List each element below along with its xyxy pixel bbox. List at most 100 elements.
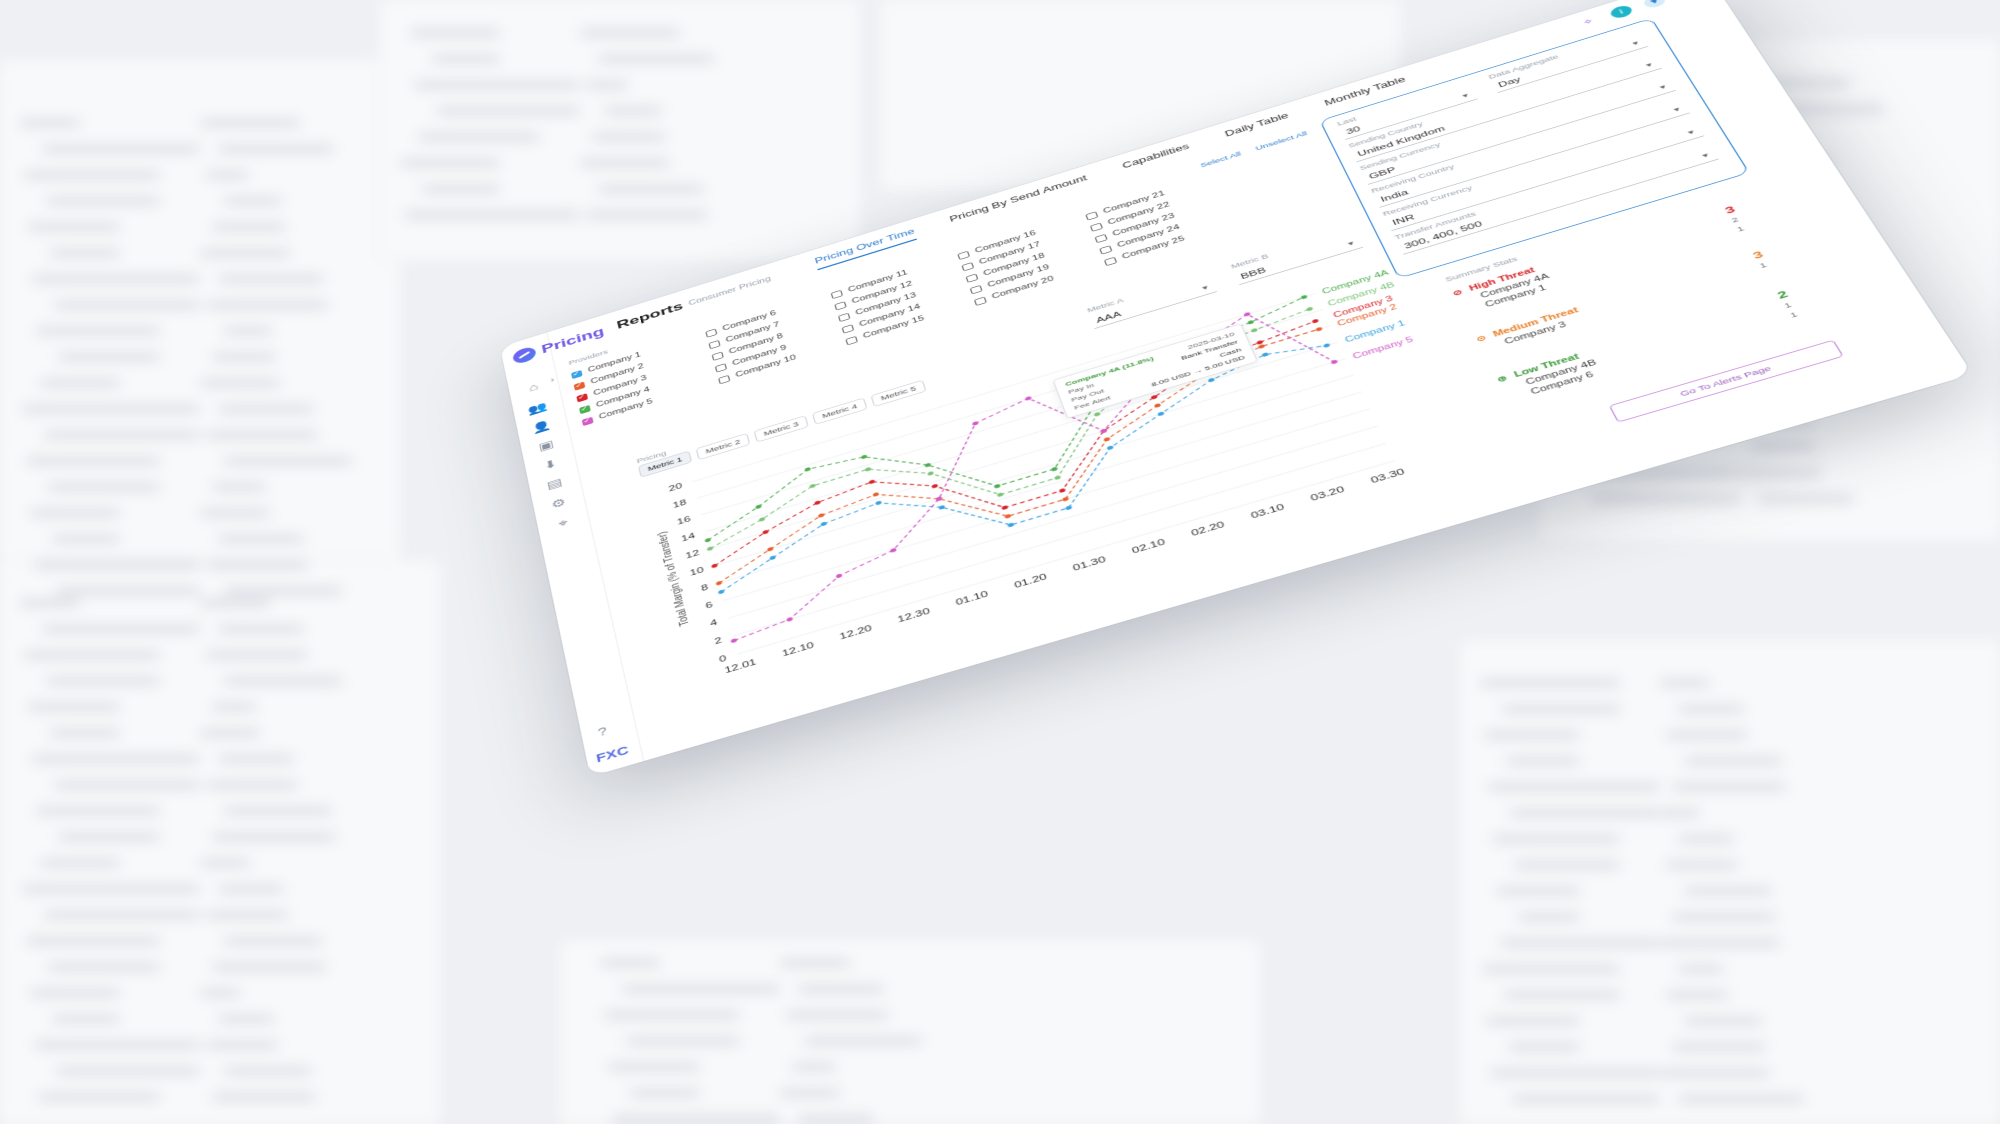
- data-point: [1305, 306, 1314, 312]
- home-icon[interactable]: ⌂: [522, 379, 545, 398]
- checkbox[interactable]: [1094, 233, 1108, 243]
- x-tick-label: 02.20: [1189, 519, 1225, 538]
- checkbox[interactable]: [961, 261, 975, 272]
- x-tick-label: 01.10: [954, 588, 989, 607]
- data-point: [993, 483, 1001, 489]
- chevron-down-icon: ▼: [1670, 105, 1684, 114]
- checkbox[interactable]: [576, 392, 589, 403]
- unselect-all-link[interactable]: Unselect All: [1254, 130, 1308, 152]
- checkbox[interactable]: [578, 404, 591, 414]
- data-point: [1061, 496, 1070, 502]
- data-point: [938, 504, 946, 511]
- metric-b-value: BBB: [1239, 266, 1268, 282]
- x-tick-label: 12.10: [781, 640, 815, 659]
- data-point: [1050, 466, 1059, 472]
- data-point: [1103, 436, 1111, 442]
- x-tick-label: 03.30: [1369, 466, 1406, 485]
- select-all-link[interactable]: Select All: [1199, 151, 1242, 169]
- checkbox[interactable]: [837, 312, 851, 322]
- checkbox[interactable]: [581, 416, 594, 426]
- warning-icon: ⊙: [1474, 333, 1489, 344]
- y-tick-label: 16: [676, 514, 691, 527]
- data-point: [1250, 327, 1259, 333]
- checkbox[interactable]: [1103, 256, 1118, 266]
- inbox-icon[interactable]: ▣: [535, 437, 559, 456]
- checkbox[interactable]: [718, 374, 731, 385]
- checkbox[interactable]: [1089, 222, 1103, 232]
- data-point: [875, 500, 882, 506]
- data-point: [1024, 395, 1032, 401]
- shield-alert-icon: ⊘: [1451, 287, 1465, 299]
- data-point: [1007, 522, 1015, 528]
- provider-column: Company 21 Company 22 Company 23 Company 24…: [1084, 188, 1187, 269]
- data-point: [1106, 445, 1114, 451]
- chevron-down-icon: ▼: [1629, 39, 1642, 48]
- checkbox[interactable]: [965, 273, 979, 283]
- users-icon[interactable]: 👥: [527, 399, 550, 418]
- notification-icon[interactable]: ✧: [1575, 14, 1601, 30]
- checkbox[interactable]: [705, 328, 718, 338]
- data-point: [996, 491, 1004, 498]
- help-icon[interactable]: ?: [597, 724, 608, 739]
- data-point: [786, 616, 794, 623]
- y-tick-label: 8: [700, 582, 709, 593]
- y-tick-label: 2: [713, 635, 722, 646]
- checkbox[interactable]: [969, 284, 983, 295]
- data-point: [1315, 326, 1323, 332]
- data-point: [927, 470, 935, 477]
- gridline: [714, 375, 1353, 566]
- checkbox[interactable]: [714, 362, 728, 373]
- data-point: [1257, 343, 1266, 350]
- add-user-icon[interactable]: 👤: [531, 418, 554, 437]
- data-aggregate-value: Day: [1496, 75, 1523, 90]
- location-pin-icon[interactable]: ⌖: [551, 514, 575, 534]
- metric-a-value: AAA: [1095, 310, 1123, 326]
- data-point: [1004, 513, 1012, 519]
- x-tick-label: 12.01: [724, 656, 758, 675]
- y-tick-label: 20: [668, 481, 683, 493]
- chevron-down-icon: ▼: [1699, 151, 1712, 160]
- data-point: [971, 420, 979, 426]
- data-point: [1300, 294, 1308, 300]
- chevron-down-icon: ▼: [1199, 283, 1211, 293]
- last-value: 30: [1345, 125, 1363, 137]
- checkbox[interactable]: [570, 369, 583, 379]
- chevron-down-icon: ▼: [1643, 61, 1656, 70]
- document-icon[interactable]: ▤: [543, 475, 567, 494]
- checkbox[interactable]: [957, 250, 970, 260]
- info-icon[interactable]: i: [1608, 3, 1635, 20]
- shield-check-icon: ⊕: [1495, 373, 1510, 385]
- data-point: [1311, 318, 1320, 324]
- checkbox[interactable]: [845, 335, 858, 346]
- checkbox[interactable]: [1085, 211, 1099, 221]
- data-point: [1001, 504, 1009, 511]
- data-point: [860, 454, 868, 460]
- chevron-down-icon: ▼: [1345, 239, 1357, 248]
- data-point: [820, 521, 828, 527]
- checkbox[interactable]: [834, 300, 847, 311]
- y-tick-label: 4: [709, 617, 718, 628]
- y-tick-label: 14: [680, 531, 696, 544]
- x-tick-label: 01.30: [1071, 554, 1107, 573]
- data-point: [872, 491, 880, 498]
- checkbox[interactable]: [573, 381, 586, 391]
- x-tick-label: 12.20: [838, 623, 872, 642]
- checkbox[interactable]: [830, 289, 843, 299]
- arrow-right-icon: →: [1192, 366, 1204, 376]
- x-tick-label: 03.10: [1249, 502, 1286, 521]
- download-icon[interactable]: ⬇: [539, 456, 563, 475]
- gear-icon[interactable]: ⚙: [547, 494, 571, 514]
- y-tick-label: 10: [689, 565, 705, 578]
- filter-icon[interactable]: ▼: [1641, 0, 1668, 10]
- checkbox[interactable]: [1099, 244, 1113, 255]
- sending-currency-value: GBP: [1367, 165, 1398, 181]
- y-tick-label: 18: [672, 497, 687, 510]
- checkbox[interactable]: [711, 351, 724, 361]
- checkbox[interactable]: [841, 323, 855, 334]
- data-point: [868, 479, 876, 485]
- x-tick-label: 02.10: [1130, 537, 1166, 556]
- data-point: [924, 462, 932, 468]
- checkbox[interactable]: [973, 296, 987, 306]
- checkbox[interactable]: [708, 339, 721, 349]
- threat-group: ⊕ Low Threat Company 4B Company 6211: [1496, 287, 1815, 403]
